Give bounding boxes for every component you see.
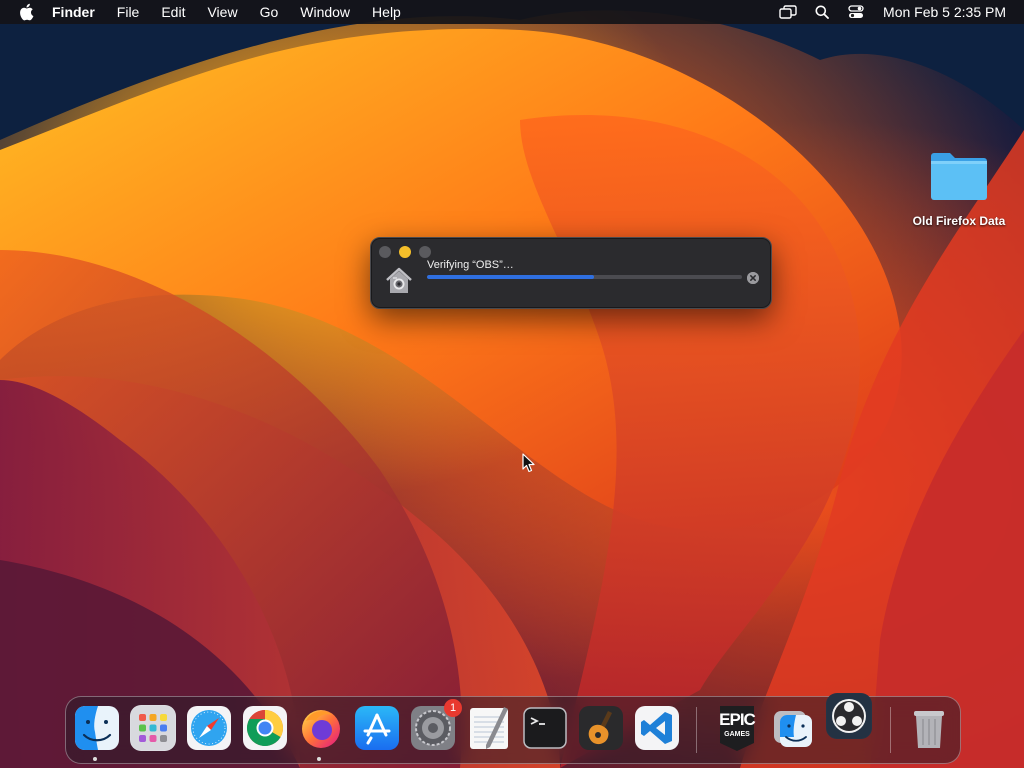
system-settings-badge: 1	[444, 699, 462, 717]
desktop-folder-label: Old Firefox Data	[912, 214, 1006, 228]
apple-logo-icon[interactable]	[18, 3, 36, 21]
epic-games-label-bottom: GAMES	[724, 731, 750, 738]
finder-icon	[774, 711, 812, 747]
app-store-icon	[355, 706, 399, 750]
dock-epic-games[interactable]: EPIC GAMES	[714, 705, 760, 751]
dock-app-store[interactable]	[354, 705, 400, 751]
control-center-icon[interactable]	[847, 3, 865, 21]
menu-file[interactable]: File	[117, 0, 140, 24]
dock-vscode[interactable]	[634, 705, 680, 751]
garageband-icon	[579, 706, 623, 750]
firefox-running-indicator	[317, 757, 321, 761]
verify-progress-bar	[427, 275, 742, 279]
minimize-window-button[interactable]	[399, 246, 411, 258]
dock-garageband[interactable]	[578, 705, 624, 751]
folder-icon[interactable]	[928, 150, 990, 202]
verifying-title: Verifying “OBS”…	[427, 259, 514, 271]
dock-separator	[890, 707, 891, 753]
menu-view[interactable]: View	[207, 0, 237, 24]
menu-help[interactable]: Help	[372, 0, 401, 24]
firefox-icon	[302, 710, 340, 748]
dock-textedit[interactable]	[466, 705, 512, 751]
close-window-button[interactable]	[379, 246, 391, 258]
trash-icon	[914, 711, 944, 748]
epic-games-label-top: EPIC	[719, 710, 756, 729]
vscode-icon	[635, 706, 679, 750]
safari-icon	[187, 706, 231, 750]
menu-edit[interactable]: Edit	[161, 0, 185, 24]
chrome-icon	[243, 706, 287, 750]
dock-terminal[interactable]	[522, 705, 568, 751]
finder-icon	[75, 706, 119, 750]
verifying-dialog: Verifying “OBS”…	[370, 237, 772, 309]
menu-bar: Finder File Edit View Go Window Help Mon…	[0, 0, 1024, 24]
dock-launchpad[interactable]	[130, 705, 176, 751]
verify-progress-fill	[427, 275, 594, 279]
dock-trash[interactable]	[906, 705, 952, 751]
textedit-icon	[470, 707, 508, 749]
cancel-verify-button[interactable]	[747, 272, 759, 284]
coretypes-house-icon	[384, 266, 414, 296]
dock: 1 EPIC GAMES	[65, 693, 961, 764]
mouse-cursor-icon	[522, 453, 536, 473]
dock-obs[interactable]	[826, 693, 872, 739]
menubar-clock[interactable]: Mon Feb 5 2:35 PM	[883, 4, 1006, 20]
desktop-folder[interactable]: Old Firefox Data	[900, 150, 1018, 228]
finder-running-indicator	[93, 757, 97, 761]
screen-mirroring-icon[interactable]	[779, 3, 797, 21]
menu-window[interactable]: Window	[300, 0, 350, 24]
spotlight-search-icon[interactable]	[813, 3, 831, 21]
zoom-window-button[interactable]	[419, 246, 431, 258]
dock-separator	[696, 707, 697, 753]
dock-finder[interactable]	[74, 705, 120, 751]
desktop-wallpaper	[0, 0, 1024, 768]
dock-safari[interactable]	[186, 705, 232, 751]
obs-icon	[827, 694, 871, 738]
menu-finder[interactable]: Finder	[52, 0, 95, 24]
terminal-icon	[523, 707, 567, 749]
close-icon	[747, 272, 759, 284]
launchpad-icon	[131, 706, 175, 750]
dock-system-settings[interactable]: 1	[410, 699, 462, 751]
dock-chrome[interactable]	[242, 705, 288, 751]
dock-firefox[interactable]	[298, 705, 344, 751]
menu-go[interactable]: Go	[260, 0, 279, 24]
window-controls	[379, 246, 439, 258]
dock-finder-2[interactable]	[770, 705, 816, 751]
